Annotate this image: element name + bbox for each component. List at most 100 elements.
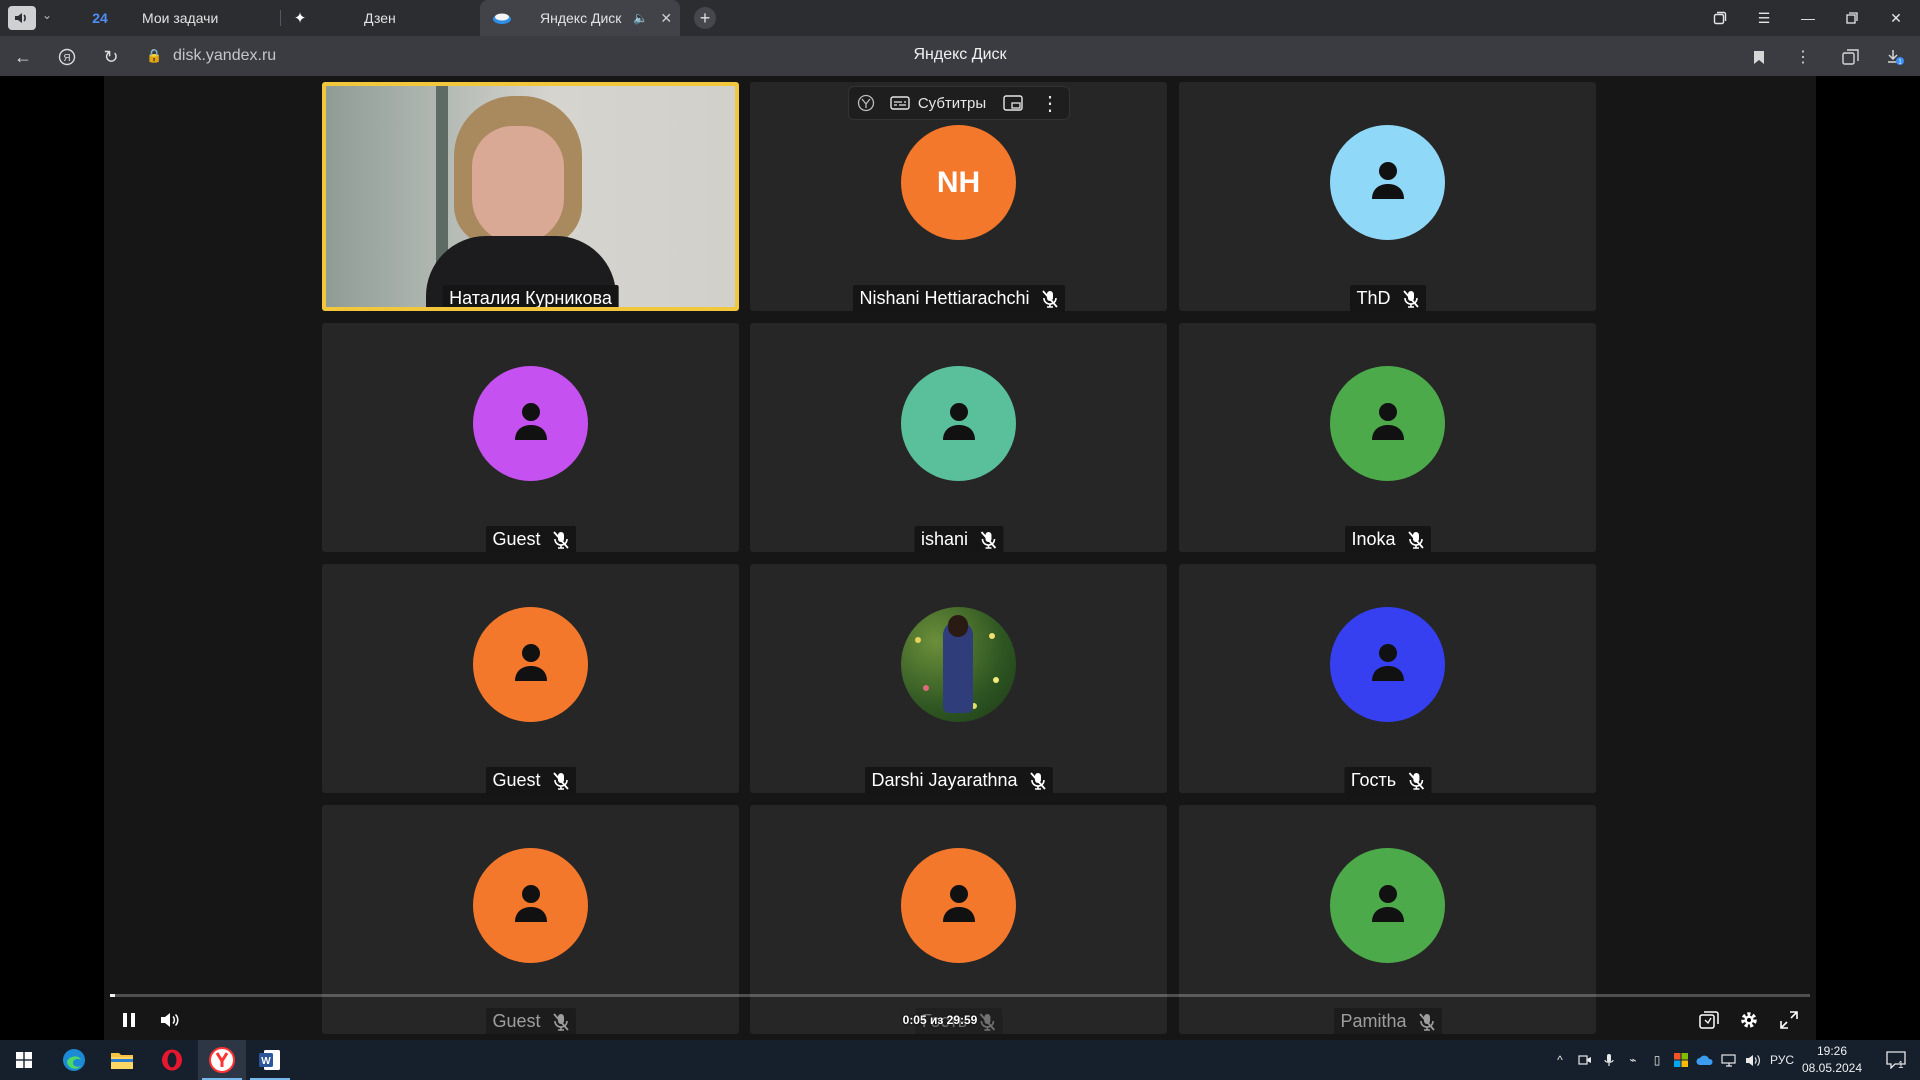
- downloads-icon[interactable]: 1: [1882, 44, 1908, 70]
- subtitles-button[interactable]: Субтитры: [883, 95, 993, 112]
- user-icon: [514, 883, 548, 928]
- file-explorer-icon[interactable]: [98, 1040, 146, 1080]
- meeting-recording: Наталия Курникова NH Nishani Hettiarachc…: [104, 76, 1816, 1040]
- participant-name-label: Guest: [485, 526, 576, 553]
- usb-icon[interactable]: ▯: [1646, 1040, 1668, 1080]
- chevron-down-icon[interactable]: ⌄: [42, 8, 52, 22]
- participant-name: Guest: [492, 770, 541, 790]
- camera-icon[interactable]: [1574, 1040, 1596, 1080]
- svg-text:W: W: [261, 1056, 271, 1067]
- participant-tile: Гость: [1179, 564, 1596, 794]
- avatar: NH: [901, 125, 1016, 240]
- avatar: [473, 366, 588, 481]
- avatar: [1330, 607, 1445, 722]
- user-icon: [1371, 401, 1405, 446]
- subtitles-label: Субтитры: [917, 94, 987, 112]
- user-icon: [1371, 160, 1405, 205]
- layout-icon[interactable]: [993, 95, 1033, 111]
- participant-tile: Inoka: [1179, 323, 1596, 553]
- security-shield-icon[interactable]: [1670, 1040, 1692, 1080]
- tasks-24-icon: 24: [92, 10, 108, 26]
- language-indicator[interactable]: РУС: [1766, 1040, 1798, 1080]
- browser-tab-strip: ⌄ 24 Мои задачи ✦ Дзен Яндекс Диск 🔈 ✕ +…: [0, 0, 1920, 36]
- tab-yandex-disk[interactable]: Яндекс Диск 🔈 ✕: [480, 0, 680, 36]
- page-title: Яндекс Диск: [913, 46, 1007, 63]
- participant-tile: Guest: [322, 323, 739, 553]
- mic-off-icon: [1029, 771, 1046, 790]
- mic-off-icon: [1408, 771, 1424, 790]
- avatar-initials: NH: [936, 165, 981, 199]
- close-tab-icon[interactable]: ✕: [660, 10, 672, 27]
- minimize-window-icon[interactable]: —: [1786, 0, 1830, 36]
- tab-label: Мои задачи: [142, 10, 219, 26]
- tray-expand-icon[interactable]: ^: [1550, 1040, 1570, 1080]
- network-icon[interactable]: [1718, 1040, 1740, 1080]
- participant-tile: ishani: [750, 323, 1167, 553]
- close-window-icon[interactable]: ✕: [1874, 0, 1918, 36]
- participant-name: Darshi Jayarathna: [871, 770, 1018, 790]
- restore-window-icon[interactable]: [1830, 0, 1874, 36]
- settings-button[interactable]: [1734, 1005, 1764, 1035]
- clock-time: 19:26: [1816, 1044, 1848, 1058]
- more-options-icon[interactable]: ⋮: [1790, 44, 1816, 70]
- browser-menu-icon[interactable]: ☰: [1742, 0, 1786, 36]
- meeting-toolbar: Субтитры ⋮: [848, 86, 1070, 120]
- video-progress-bar[interactable]: [110, 994, 1810, 997]
- yandex-disk-icon: [492, 8, 512, 28]
- participant-name: ishani: [920, 529, 969, 549]
- edge-icon[interactable]: [50, 1040, 98, 1080]
- fullscreen-button[interactable]: [1774, 1005, 1804, 1035]
- participant-name-label: Гость: [1343, 767, 1432, 794]
- participant-tile: ThD: [1179, 82, 1596, 312]
- more-options-icon[interactable]: ⋮: [1033, 91, 1067, 116]
- photo-detail: [993, 677, 999, 683]
- photo-detail: [948, 615, 968, 637]
- network-off-icon[interactable]: ⌁: [1622, 1040, 1644, 1080]
- windows-start-icon[interactable]: [0, 1040, 48, 1080]
- tab-label: Яндекс Диск: [540, 10, 622, 26]
- speaker-volume-icon[interactable]: [1742, 1040, 1764, 1080]
- avatar: [1330, 366, 1445, 481]
- onedrive-cloud-icon[interactable]: [1694, 1040, 1716, 1080]
- translate-icon[interactable]: [849, 94, 883, 112]
- participant-name-label: Inoka: [1344, 526, 1431, 553]
- participant-name-label: Darshi Jayarathna: [864, 767, 1053, 794]
- participant-tile: Гость: [750, 805, 1167, 1035]
- bookmark-icon[interactable]: [1746, 44, 1772, 70]
- participant-name: ThD: [1356, 288, 1391, 308]
- avatar: [901, 848, 1016, 963]
- participant-name: Inoka: [1351, 529, 1396, 549]
- dzen-star-icon: ✦: [293, 10, 307, 27]
- word-icon[interactable]: W: [246, 1040, 294, 1080]
- tab-label: Дзен: [364, 10, 396, 26]
- tab-audio-icon[interactable]: 🔈: [633, 11, 648, 25]
- new-tab-button[interactable]: +: [694, 7, 716, 29]
- video-progress-fill: [110, 994, 115, 997]
- tab-dzen[interactable]: ✦ Дзен: [290, 0, 476, 36]
- video-background: [472, 126, 564, 244]
- participant-name: Guest: [492, 529, 541, 549]
- tab-collections-icon[interactable]: [1698, 0, 1742, 36]
- video-background: [436, 86, 448, 266]
- microphone-icon[interactable]: [1598, 1040, 1620, 1080]
- tab-tasks[interactable]: 24 Мои задачи: [90, 0, 272, 36]
- participant-name-label: Guest: [485, 767, 576, 794]
- avatar: [1330, 125, 1445, 240]
- user-icon: [514, 642, 548, 687]
- opera-icon[interactable]: [148, 1040, 196, 1080]
- user-icon: [1371, 642, 1405, 687]
- tab-sound-button[interactable]: [8, 6, 36, 30]
- pip-icon: [1699, 1011, 1719, 1029]
- participant-tile: Guest: [322, 805, 739, 1035]
- notifications-button[interactable]: 1: [1876, 1040, 1916, 1080]
- subtitles-icon: [890, 96, 910, 110]
- participant-name-label: Nishani Hettiarachchi: [852, 285, 1065, 312]
- photo-detail: [915, 637, 921, 643]
- windows-taskbar: W ^ ⌁ ▯ РУС 19:26 08.05.2024 1: [0, 1040, 1920, 1080]
- picture-in-picture-button[interactable]: [1694, 1005, 1724, 1035]
- yandex-browser-icon[interactable]: [198, 1040, 246, 1080]
- clock-date: 08.05.2024: [1801, 1061, 1863, 1075]
- collections-icon[interactable]: [1838, 44, 1864, 70]
- system-clock[interactable]: 19:26 08.05.2024: [1800, 1043, 1864, 1077]
- video-timecode: 0:05 из 29:59: [902, 1013, 978, 1027]
